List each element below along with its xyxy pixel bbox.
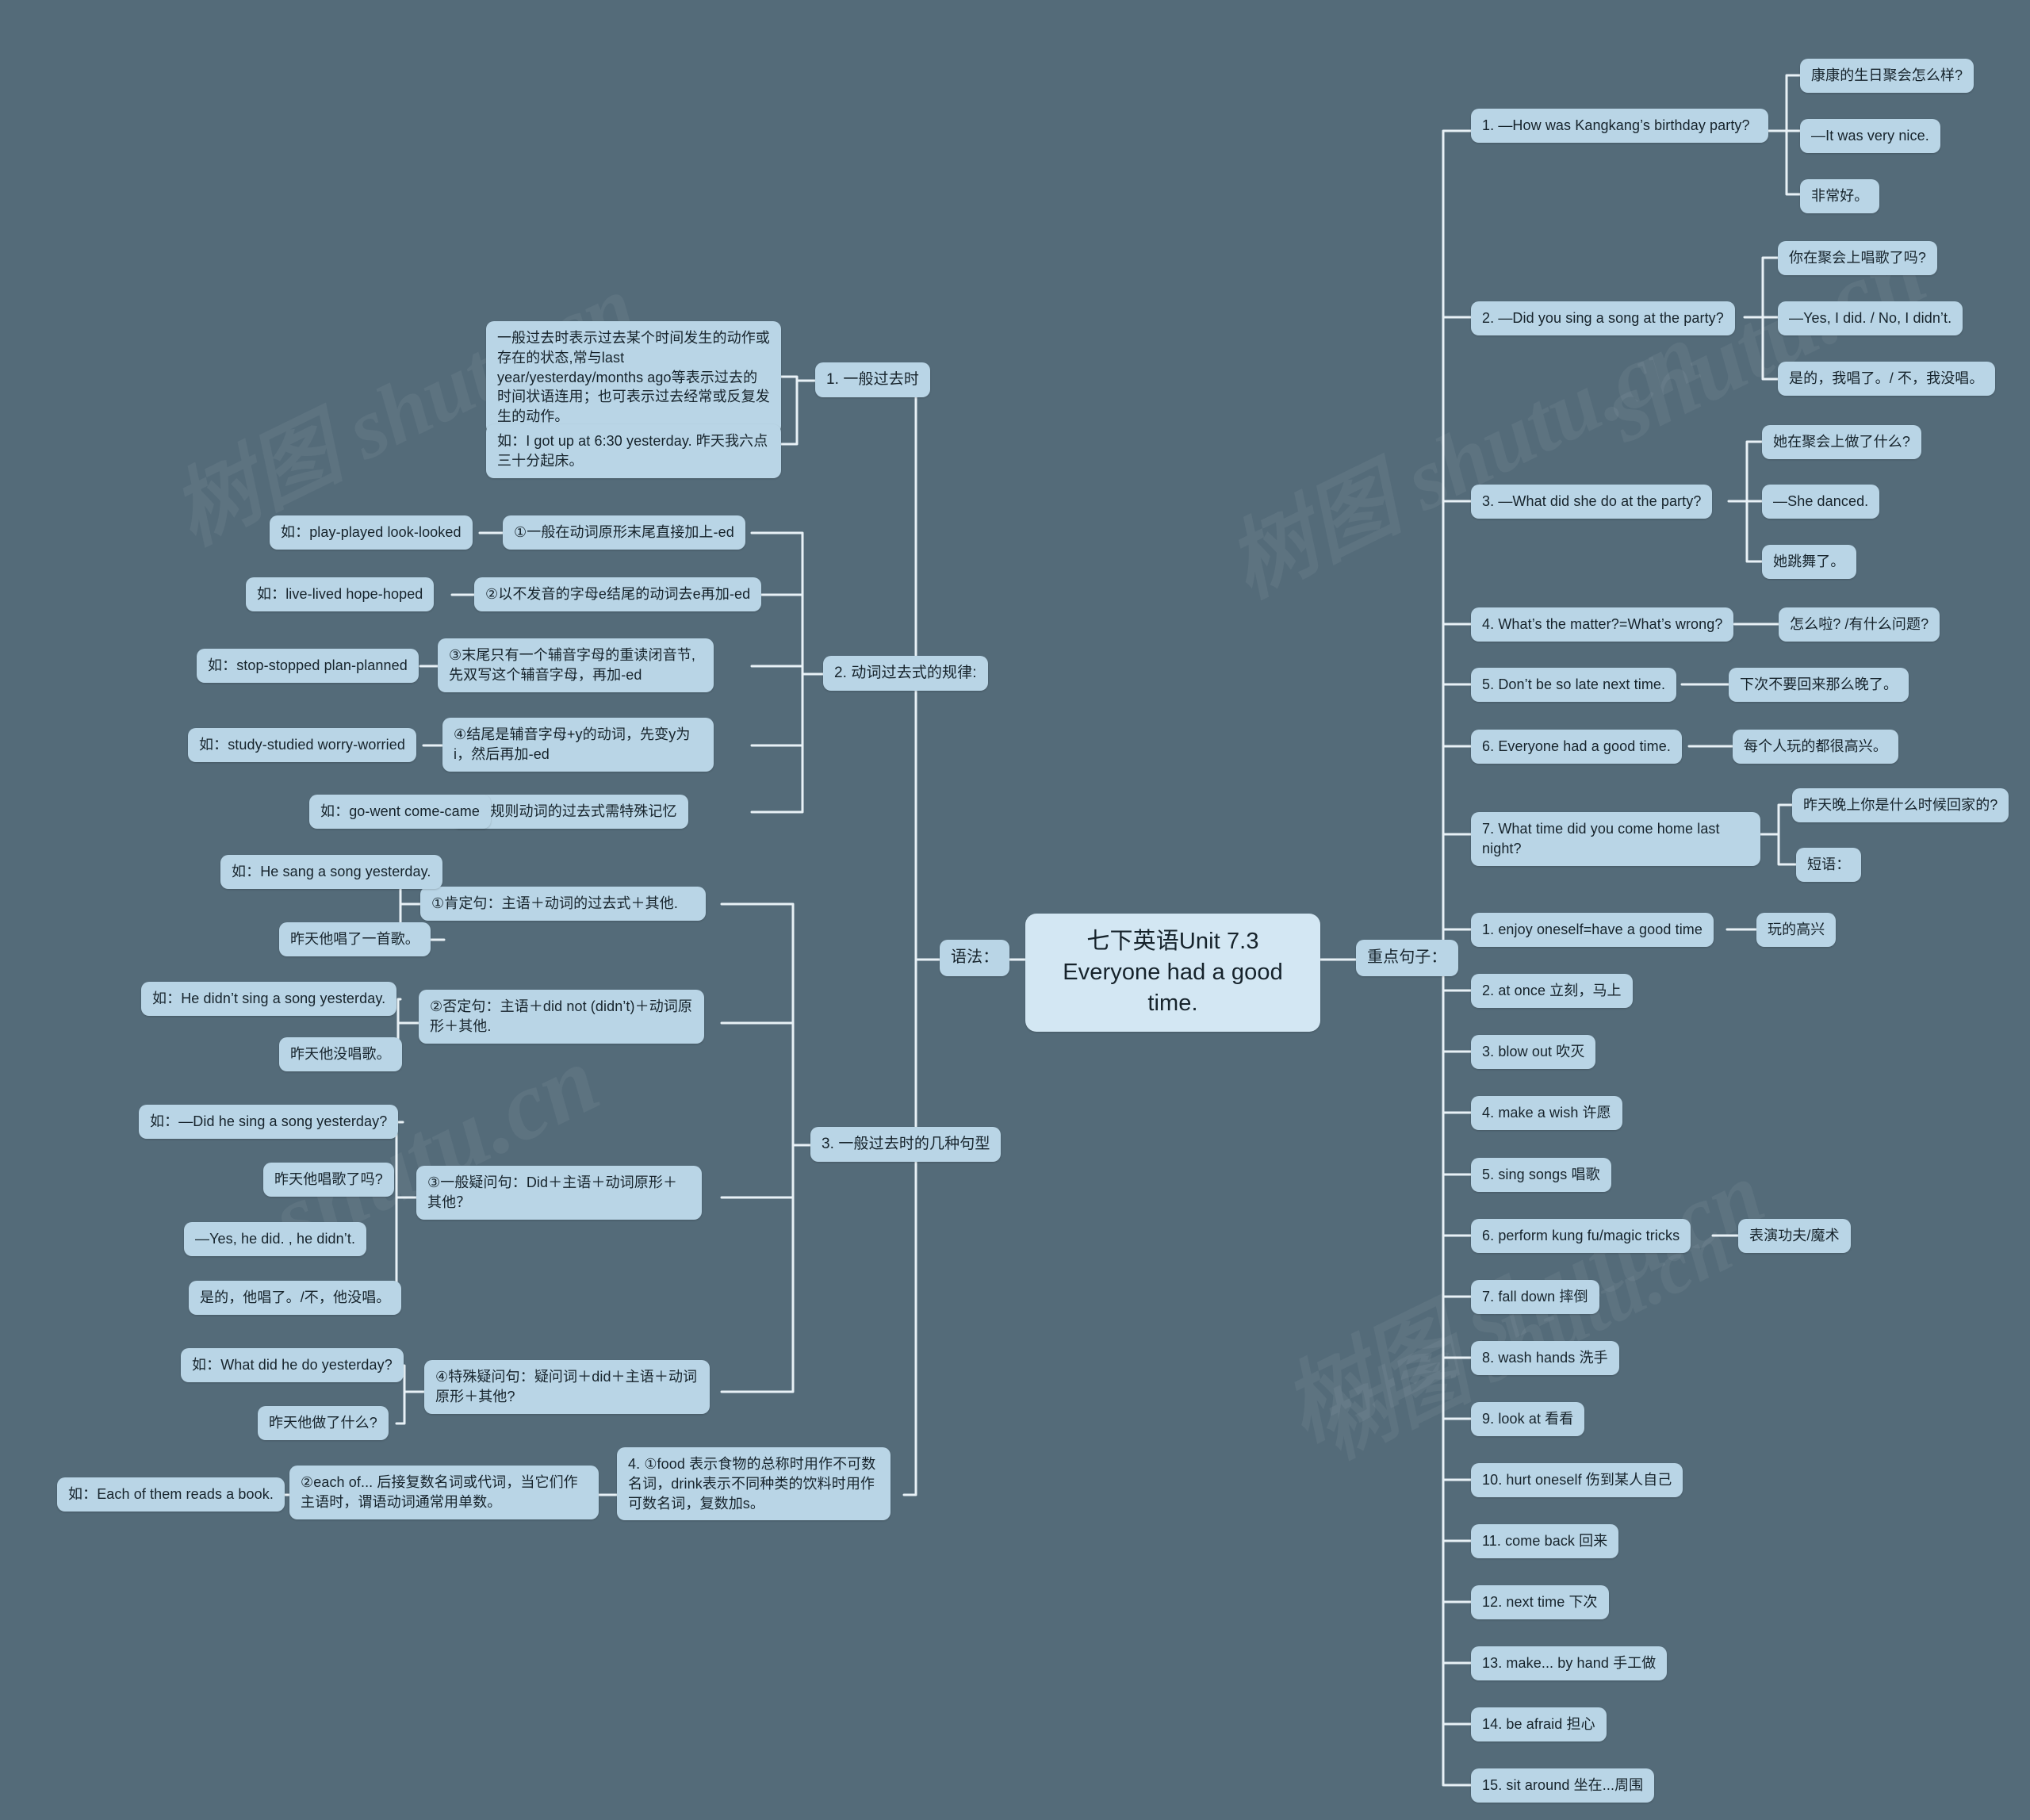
phrase-5[interactable]: 5. sing songs 唱歌 [1471, 1158, 1611, 1192]
past-rule-1-example[interactable]: 如：play-played look-looked [270, 515, 473, 550]
pattern-yesno-example-zh[interactable]: 昨天他唱歌了吗? [263, 1163, 394, 1197]
phrase-8[interactable]: 8. wash hands 洗手 [1471, 1341, 1619, 1375]
past-rule-2[interactable]: ②以不发音的字母e结尾的动词去e再加-ed [474, 577, 762, 611]
phrase-3[interactable]: 3. blow out 吹灭 [1471, 1035, 1596, 1069]
key-sentence-7-zh[interactable]: 昨天晚上你是什么时候回家的? [1792, 788, 2009, 822]
key-sentence-5-zh[interactable]: 下次不要回来那么晚了。 [1729, 668, 1909, 702]
key-sentence-7-phrases-label[interactable]: 短语： [1796, 848, 1862, 882]
grammar-topic-sentence-patterns[interactable]: 3. 一般过去时的几种句型 [810, 1127, 1002, 1163]
phrase-12[interactable]: 12. next time 下次 [1471, 1585, 1609, 1619]
phrase-6[interactable]: 6. perform kung fu/magic tricks [1471, 1219, 1691, 1253]
key-sentence-7[interactable]: 7. What time did you come home last nigh… [1471, 812, 1760, 866]
branch-key-sentences[interactable]: 重点句子： [1356, 940, 1458, 976]
pattern-yesno-answer-zh[interactable]: 是的，他唱了。/不，他没唱。 [189, 1281, 402, 1315]
key-sentence-3-zh-q[interactable]: 她在聚会上做了什么? [1762, 425, 1922, 459]
phrase-1-zh[interactable]: 玩的高兴 [1756, 913, 1837, 947]
phrase-11[interactable]: 11. come back 回来 [1471, 1524, 1619, 1558]
pattern-affirmative-example-zh[interactable]: 昨天他唱了一首歌。 [279, 922, 431, 956]
pattern-affirmative-example-en[interactable]: 如：He sang a song yesterday. [220, 855, 442, 889]
phrase-9[interactable]: 9. look at 看看 [1471, 1402, 1585, 1436]
key-sentence-2[interactable]: 2. —Did you sing a song at the party? [1471, 301, 1735, 335]
pattern-affirmative[interactable]: ①肯定句：主语＋动词的过去式＋其他. [420, 887, 706, 921]
phrase-7[interactable]: 7. fall down 摔倒 [1471, 1280, 1599, 1314]
key-sentence-3[interactable]: 3. —What did she do at the party? [1471, 485, 1713, 519]
grammar-topic-past-forms[interactable]: 2. 动词过去式的规律: [823, 656, 988, 692]
key-sentence-2-zh-a[interactable]: 是的，我唱了。/ 不，我没唱。 [1778, 362, 1995, 396]
phrase-14[interactable]: 14. be afraid 担心 [1471, 1707, 1607, 1741]
key-sentence-1[interactable]: 1. —How was Kangkang’s birthday party? [1471, 109, 1768, 143]
phrase-6-zh[interactable]: 表演功夫/魔术 [1738, 1219, 1851, 1253]
past-rule-4[interactable]: ④结尾是辅音字母+y的动词，先变y为i，然后再加-ed [442, 718, 714, 772]
pattern-negative[interactable]: ②否定句：主语＋did not (didn’t)＋动词原形＋其他. [419, 990, 704, 1044]
grammar-topic-simple-past[interactable]: 1. 一般过去时 [815, 362, 930, 398]
pattern-wh-example-en[interactable]: 如：What did he do yesterday? [181, 1348, 404, 1382]
phrase-2[interactable]: 2. at once 立刻，马上 [1471, 974, 1633, 1008]
key-sentence-2-answer[interactable]: —Yes, I did. / No, I didn’t. [1778, 301, 1963, 335]
phrase-4[interactable]: 4. make a wish 许愿 [1471, 1096, 1622, 1130]
key-sentence-3-answer[interactable]: —She danced. [1762, 485, 1880, 519]
pattern-yesno-question[interactable]: ③一般疑问句：Did＋主语＋动词原形＋其他？ [416, 1166, 702, 1220]
phrase-13[interactable]: 13. make... by hand 手工做 [1471, 1646, 1668, 1680]
key-sentence-1-zh-q[interactable]: 康康的生日聚会怎么样? [1800, 59, 1974, 93]
pattern-negative-example-en[interactable]: 如：He didn’t sing a song yesterday. [141, 982, 397, 1016]
phrase-1[interactable]: 1. enjoy oneself=have a good time [1471, 913, 1714, 947]
key-sentence-5[interactable]: 5. Don’t be so late next time. [1471, 668, 1677, 702]
key-sentence-4[interactable]: 4. What’s the matter?=What’s wrong? [1471, 607, 1734, 642]
phrase-10[interactable]: 10. hurt oneself 伤到某人自己 [1471, 1463, 1683, 1497]
key-sentence-1-zh-a[interactable]: 非常好。 [1800, 179, 1880, 213]
key-sentence-1-answer[interactable]: —It was very nice. [1800, 119, 1940, 153]
key-sentence-2-zh-q[interactable]: 你在聚会上唱歌了吗? [1778, 241, 1938, 275]
key-sentence-6-zh[interactable]: 每个人玩的都很高兴。 [1733, 730, 1898, 764]
past-rule-3[interactable]: ③末尾只有一个辅音字母的重读闭音节, 先双写这个辅音字母，再加-ed [438, 638, 714, 692]
past-rule-1[interactable]: ①一般在动词原形末尾直接加上-ed [503, 515, 745, 550]
pattern-negative-example-zh[interactable]: 昨天他没唱歌。 [279, 1037, 402, 1071]
center-node[interactable]: 七下英语Unit 7.3 Everyone had a good time. [1025, 914, 1320, 1033]
pattern-wh-example-zh[interactable]: 昨天他做了什么? [258, 1406, 389, 1440]
past-rule-4-example[interactable]: 如：study-studied worry-worried [188, 728, 416, 762]
pattern-yesno-answer-en[interactable]: —Yes, he did. , he didn’t. [184, 1222, 367, 1256]
past-rule-3-example[interactable]: 如：stop-stopped plan-planned [197, 649, 419, 683]
key-sentence-4-zh[interactable]: 怎么啦? /有什么问题? [1779, 607, 1940, 642]
phrase-15[interactable]: 15. sit around 坐在...周围 [1471, 1768, 1655, 1803]
key-sentence-6[interactable]: 6. Everyone had a good time. [1471, 730, 1682, 764]
branch-grammar[interactable]: 语法： [940, 940, 1010, 976]
simple-past-definition[interactable]: 一般过去时表示过去某个时间发生的动作或存在的状态,常与last year/yes… [486, 321, 781, 435]
each-of-rule[interactable]: ②each of... 后接复数名词或代词，当它们作主语时，谓语动词通常用单数。 [289, 1466, 599, 1519]
each-of-example[interactable]: 如：Each of them reads a book. [57, 1477, 285, 1512]
connector-lines [268, 74, 1802, 1787]
past-rule-5-example[interactable]: 如：go-went come-came [309, 795, 491, 829]
key-sentence-3-zh-a[interactable]: 她跳舞了。 [1762, 545, 1856, 579]
past-rule-2-example[interactable]: 如：live-lived hope-hoped [246, 577, 435, 611]
pattern-wh-question[interactable]: ④特殊疑问句：疑问词＋did＋主语＋动词原形＋其他? [424, 1360, 710, 1414]
pattern-yesno-example-en[interactable]: 如：—Did he sing a song yesterday? [139, 1105, 399, 1139]
mindmap-canvas: 树图 shutu.cn 树图 shutu.cn shutu.cn 树图 shut… [0, 0, 2030, 1820]
simple-past-example[interactable]: 如：I got up at 6:30 yesterday. 昨天我六点三十分起床… [486, 424, 781, 478]
grammar-topic-food-drink[interactable]: 4. ①food 表示食物的总称时用作不可数名词，drink表示不同种类的饮料时… [617, 1447, 891, 1521]
